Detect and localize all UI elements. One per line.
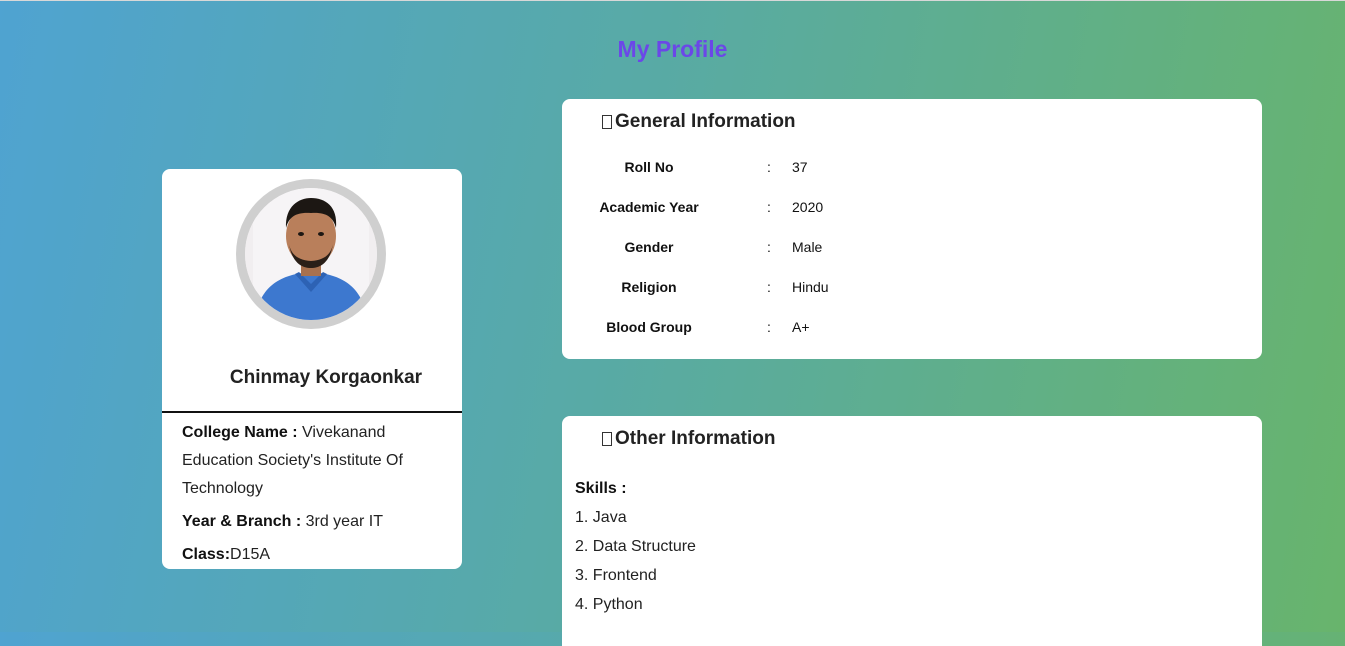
info-row-religion: Religion : Hindu [562, 279, 1262, 319]
other-info-title-text: Other Information [615, 428, 776, 449]
profile-divider [162, 411, 462, 413]
person-photo-icon [245, 188, 377, 320]
top-border [0, 0, 1345, 1]
info-label: Roll No [624, 159, 674, 175]
skill-item: 2. Data Structure [575, 538, 696, 555]
info-separator: : [767, 159, 771, 175]
info-row-blood-group: Blood Group : A+ [562, 319, 1262, 359]
avatar [236, 179, 386, 329]
info-label: Academic Year [599, 199, 699, 215]
college-label: College Name : [182, 424, 298, 441]
year-branch-value: 3rd year IT [305, 513, 383, 530]
info-value: 37 [792, 159, 808, 175]
skill-item: 4. Python [575, 596, 643, 613]
info-value: Male [792, 239, 823, 255]
square-glyph-icon [602, 432, 612, 446]
info-label: Religion [621, 279, 677, 295]
skills-section: Skills : 1. Java 2. Data Structure 3. Fr… [575, 480, 696, 625]
other-info-card: Other Information Skills : 1. Java 2. Da… [562, 416, 1262, 646]
skills-label: Skills : [575, 480, 627, 497]
class-row: Class:D15A [182, 541, 444, 569]
class-label: Class: [182, 546, 231, 563]
info-value: Hindu [792, 279, 829, 295]
info-row-academic-year: Academic Year : 2020 [562, 199, 1262, 239]
profile-details: College Name : Vivekanand Education Soci… [182, 419, 444, 569]
other-info-title: Other Information [602, 428, 775, 450]
info-row-roll-no: Roll No : 37 [562, 159, 1262, 199]
general-info-card: General Information Roll No : 37 Academi… [562, 99, 1262, 359]
general-info-title-text: General Information [615, 111, 796, 132]
avatar-photo [245, 188, 377, 320]
general-info-title: General Information [602, 111, 796, 133]
profile-name: Chinmay Korgaonkar [229, 367, 423, 388]
general-info-table: Roll No : 37 Academic Year : 2020 Gender… [562, 159, 1262, 359]
college-row: College Name : Vivekanand Education Soci… [182, 419, 444, 503]
info-separator: : [767, 279, 771, 295]
profile-card: Chinmay Korgaonkar College Name : Viveka… [162, 169, 462, 569]
info-separator: : [767, 319, 771, 335]
info-separator: : [767, 199, 771, 215]
year-branch-label: Year & Branch : [182, 513, 302, 530]
info-value: A+ [792, 319, 810, 335]
skill-item: 3. Frontend [575, 567, 657, 584]
info-row-gender: Gender : Male [562, 239, 1262, 279]
info-separator: : [767, 239, 771, 255]
info-label: Gender [624, 239, 674, 255]
info-label: Blood Group [606, 319, 692, 335]
page-title: My Profile [617, 36, 728, 62]
class-value: D15A [230, 546, 271, 563]
skill-item: 1. Java [575, 509, 627, 526]
year-branch-row: Year & Branch : 3rd year IT [182, 508, 444, 536]
square-glyph-icon [602, 115, 612, 129]
info-value: 2020 [792, 199, 824, 215]
